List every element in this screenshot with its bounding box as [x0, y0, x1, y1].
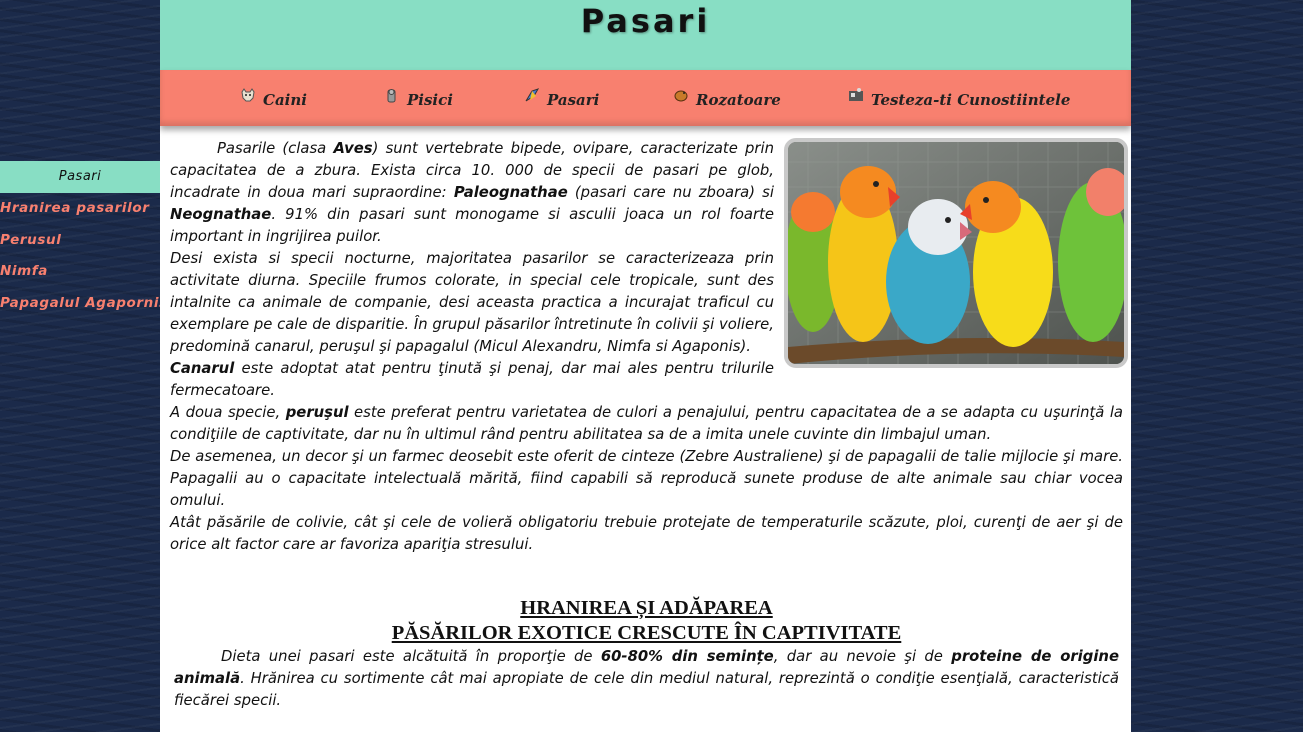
rodent-icon [673, 87, 689, 103]
nav-item-pasari[interactable]: Pasari [524, 88, 599, 112]
nav-label-teste: Testeza-ti Cunostiintele [871, 91, 1071, 109]
section-title: HRANIREA ȘI ADĂPAREA PĂSĂRILOR EXOTICE CR… [391, 597, 902, 644]
nav-item-caini[interactable]: Caini [240, 88, 307, 112]
nav-bar: Caini Pisici Pasari Rozatoare Testeza-ti… [160, 70, 1131, 126]
nav-label-pasari: Pasari [547, 91, 600, 109]
main-page: Pasari Caini Pisici Pasari Rozatoare Tes… [160, 0, 1131, 732]
sidebar-item-nimfa[interactable]: Nimfa [0, 256, 160, 288]
nav-label-caini: Caini [263, 91, 307, 109]
intro-paragraph-5: De asemenea, un decor şi un farmec deose… [170, 448, 1123, 509]
intro-paragraph-4: A doua specie, peruşul este preferat pen… [170, 404, 1123, 443]
diet-paragraph: Dieta unei pasari este alcătuită în prop… [174, 648, 1119, 709]
parrots-photo [784, 138, 1128, 368]
nav-item-pisici[interactable]: Pisici [384, 88, 453, 112]
quiz-icon [848, 87, 864, 103]
dog-icon [240, 87, 256, 103]
sidebar: Pasari Hranirea pasarilor Perusul Nimfa … [0, 161, 167, 320]
nav-item-rozatoare[interactable]: Rozatoare [673, 88, 781, 112]
cat-icon [384, 87, 400, 103]
intro-paragraph-6: Atât păsările de colivie, cât şi cele de… [170, 514, 1123, 553]
sidebar-item-agapornis[interactable]: Papagalul Agapornis [0, 288, 167, 320]
nav-label-rozatoare: Rozatoare [696, 91, 781, 109]
nav-item-teste[interactable]: Testeza-ti Cunostiintele [848, 88, 1070, 112]
sidebar-item-perusul[interactable]: Perusul [0, 225, 160, 257]
sidebar-item-hranirea[interactable]: Hranirea pasarilor [0, 193, 160, 225]
nav-label-pisici: Pisici [407, 91, 453, 109]
content: Pasarile (clasa Aves) sunt vertebrate bi… [170, 138, 1128, 712]
bird-icon [524, 87, 540, 103]
page-title: Pasari [580, 2, 711, 40]
sidebar-title: Pasari [0, 161, 160, 193]
header: Pasari [160, 0, 1131, 70]
